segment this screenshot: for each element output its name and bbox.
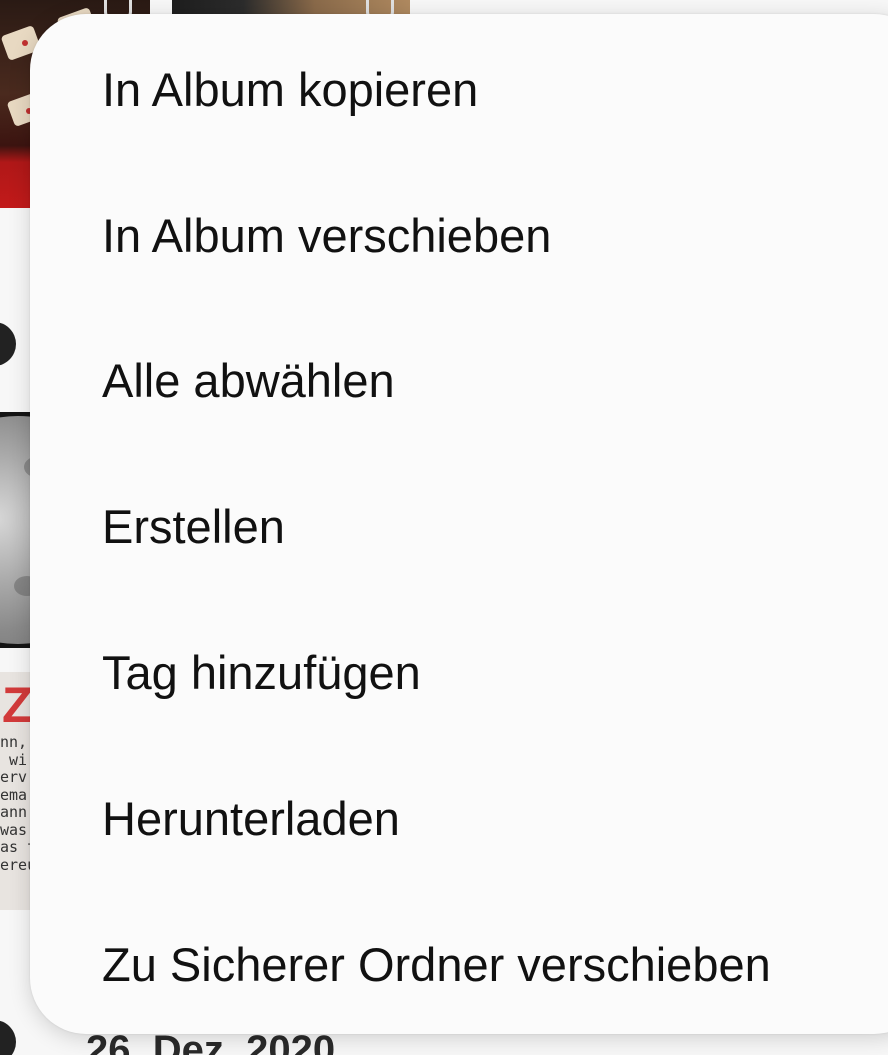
gallery-screen: Z A nn, wi erv ema ann. was as t ereu 26… — [0, 0, 888, 1055]
menu-item-move-to-album[interactable]: In Album verschieben — [30, 162, 888, 308]
selection-circle-icon[interactable] — [0, 322, 16, 366]
menu-item-copy-to-album[interactable]: In Album kopieren — [30, 16, 888, 162]
menu-item-label: Alle abwählen — [102, 353, 395, 407]
menu-item-label: Tag hinzufügen — [102, 645, 421, 699]
menu-item-label: In Album verschieben — [102, 208, 552, 262]
menu-item-label: In Album kopieren — [102, 62, 479, 116]
menu-item-label: Erstellen — [102, 499, 285, 553]
menu-item-download[interactable]: Herunterladen — [30, 745, 888, 891]
overflow-menu: In Album kopieren In Album verschieben A… — [30, 14, 888, 1034]
menu-item-label: Herunterladen — [102, 791, 400, 845]
menu-item-add-tag[interactable]: Tag hinzufügen — [30, 599, 888, 745]
selection-circle-icon[interactable] — [0, 1020, 16, 1055]
menu-item-create[interactable]: Erstellen — [30, 453, 888, 599]
menu-item-label: Zu Sicherer Ordner verschieben — [102, 937, 771, 991]
menu-item-move-to-secure-folder[interactable]: Zu Sicherer Ordner verschieben — [30, 891, 888, 1037]
menu-item-deselect-all[interactable]: Alle abwählen — [30, 307, 888, 453]
